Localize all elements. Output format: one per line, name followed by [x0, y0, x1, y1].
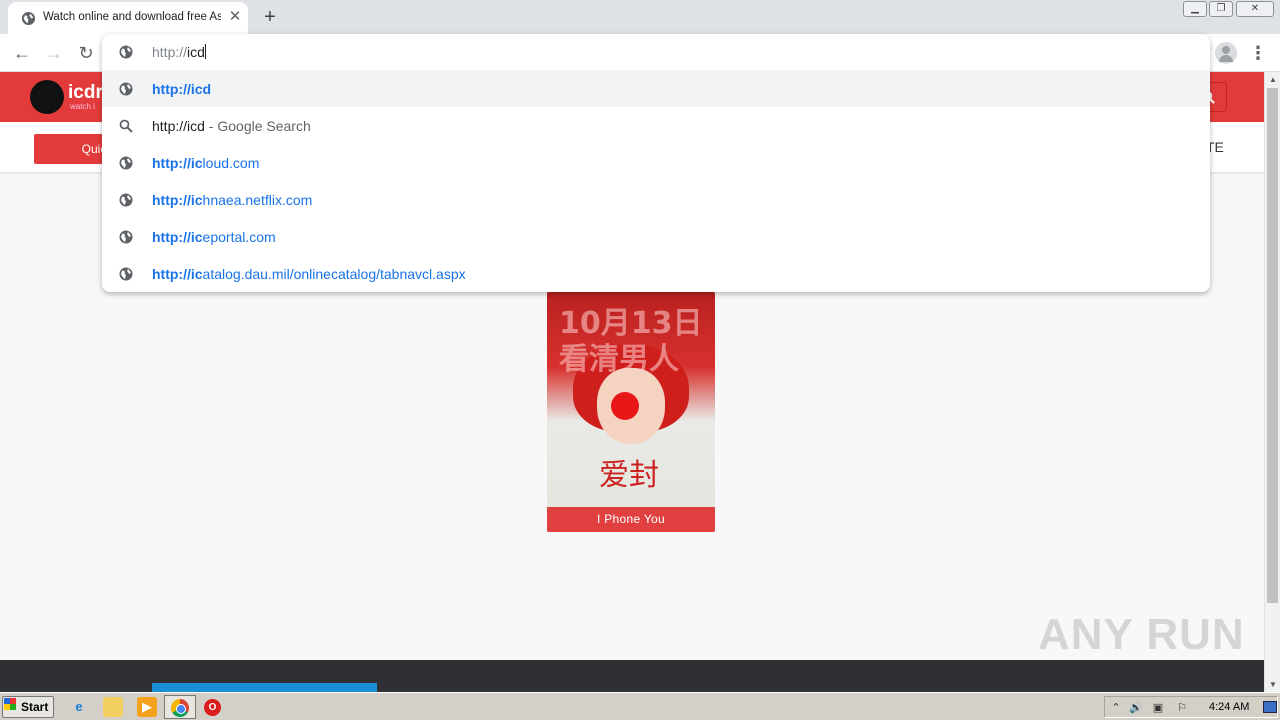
anyrun-watermark: ANY RUN	[1038, 610, 1245, 659]
media-player-icon[interactable]: ▶	[137, 697, 157, 717]
globe-icon	[119, 45, 133, 59]
forward-button[interactable]: →	[42, 41, 66, 65]
chrome-icon	[171, 699, 189, 717]
address-bar[interactable]: http://icd	[102, 34, 1210, 70]
suggestion-query: http://icd	[152, 118, 205, 134]
poster-caption[interactable]: I Phone You	[547, 507, 715, 532]
omnibox-suggestion[interactable]: http://icatalog.dau.mil/onlinecatalog/ta…	[102, 255, 1210, 292]
suggestion-rest: hnaea.netflix.com	[202, 192, 313, 208]
windows-taskbar: Start e ▶ O ⌃ 🔊 ▣ ⚐ 4:24 AM	[0, 692, 1280, 720]
omnibox-suggestion[interactable]: http://icd - Google Search	[102, 107, 1210, 144]
drama-poster-card[interactable]: 10月13日 看清男人 爱封 I Phone You	[547, 292, 715, 532]
suggestion-text: http://ichnaea.netflix.com	[152, 192, 312, 208]
site-logo-tagline: watch i	[70, 102, 95, 111]
suggestion-match: http://ic	[152, 229, 203, 245]
poster-tagline-text: 看清男人	[559, 342, 679, 377]
suggestion-rest: atalog.dau.mil/onlinecatalog/tabnavcl.as…	[202, 266, 466, 282]
taskbar-clock[interactable]: 4:24 AM	[1209, 701, 1249, 713]
tray-expand-icon[interactable]: ⌃	[1109, 701, 1123, 715]
window-close-button[interactable]: ✕	[1236, 1, 1274, 17]
browser-menu-icon[interactable]: ⋮	[1248, 42, 1268, 64]
file-explorer-icon[interactable]	[103, 697, 123, 717]
scroll-thumb[interactable]	[1267, 88, 1278, 603]
omnibox-dropdown: http://icd http://icd http://icd - Google…	[102, 34, 1210, 292]
window-restore-button[interactable]: ❐	[1209, 1, 1233, 17]
globe-icon	[119, 267, 133, 281]
tab-title: Watch online and download free Asian dra…	[43, 11, 221, 23]
poster-clown-nose	[611, 392, 639, 420]
volume-icon[interactable]: 🔊	[1129, 701, 1143, 715]
browser-tab[interactable]: Watch online and download free Asian dra…	[8, 2, 248, 34]
suggestion-text: http://icd	[152, 81, 211, 97]
address-scheme: http://	[152, 44, 188, 60]
suggestion-rest: eportal.com	[202, 229, 276, 245]
suggestion-text: http://icd - Google Search	[152, 118, 311, 134]
site-footer	[0, 660, 1264, 692]
network-icon[interactable]: ▣	[1151, 701, 1165, 715]
suggestion-match: http://icd	[152, 81, 212, 97]
scroll-down-icon[interactable]: ▼	[1265, 677, 1280, 692]
site-logo-icon[interactable]	[30, 80, 64, 114]
footer-accent-bar	[152, 683, 377, 692]
suggestion-text: http://iceportal.com	[152, 229, 276, 245]
page-scrollbar[interactable]: ▲ ▼	[1264, 72, 1280, 692]
suggestion-match: http://ic	[152, 155, 203, 171]
back-button[interactable]: ←	[10, 41, 34, 65]
address-input[interactable]: http://icd	[152, 44, 206, 60]
search-icon	[119, 119, 133, 133]
globe-icon	[119, 82, 133, 96]
globe-icon	[21, 11, 36, 26]
show-desktop-icon[interactable]	[1263, 701, 1277, 713]
tab-strip: Watch online and download free Asian dra…	[0, 0, 1280, 34]
omnibox-suggestion[interactable]: http://ichnaea.netflix.com	[102, 181, 1210, 218]
suggestion-suffix: - Google Search	[204, 118, 311, 134]
tab-close-icon[interactable]: ✕	[226, 8, 244, 26]
omnibox-suggestion[interactable]: http://iceportal.com	[102, 218, 1210, 255]
opera-icon[interactable]: O	[204, 699, 221, 716]
address-host: icd	[187, 44, 205, 60]
globe-icon	[119, 193, 133, 207]
window-minimize-button[interactable]: ▁	[1183, 1, 1207, 17]
text-caret	[204, 44, 206, 59]
scroll-up-icon[interactable]: ▲	[1265, 72, 1280, 87]
globe-icon	[119, 156, 133, 170]
action-center-flag-icon[interactable]: ⚐	[1175, 701, 1189, 715]
suggestion-rest: loud.com	[202, 155, 260, 171]
profile-avatar-icon[interactable]	[1215, 42, 1237, 64]
poster-title-text: 爱封	[599, 458, 659, 493]
windows-flag-icon	[4, 698, 16, 710]
omnibox-suggestion[interactable]: http://icd	[102, 70, 1210, 107]
internet-explorer-icon[interactable]: e	[69, 697, 89, 717]
taskbar-chrome-button[interactable]	[164, 695, 196, 719]
suggestion-match: http://ic	[152, 266, 203, 282]
omnibox-suggestion[interactable]: http://icloud.com	[102, 144, 1210, 181]
suggestion-text: http://icatalog.dau.mil/onlinecatalog/ta…	[152, 266, 466, 282]
new-tab-button[interactable]: +	[258, 6, 282, 28]
reload-button[interactable]: ↻	[74, 41, 98, 65]
globe-icon	[119, 230, 133, 244]
suggestion-text: http://icloud.com	[152, 155, 259, 171]
suggestion-match: http://ic	[152, 192, 203, 208]
system-tray: ⌃ 🔊 ▣ ⚐ 4:24 AM	[1104, 696, 1278, 718]
